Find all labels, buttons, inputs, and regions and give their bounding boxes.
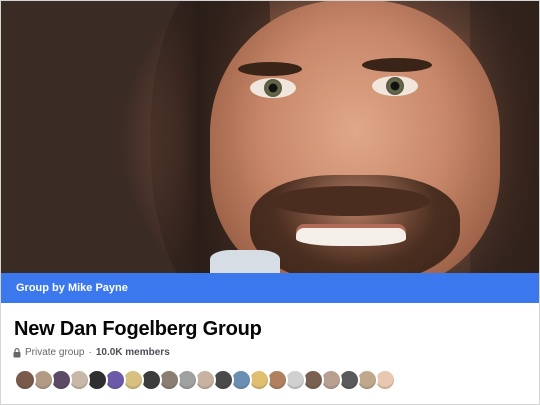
meta-separator: · [88,347,92,358]
group-meta: Private group · 10.0K members [13,347,170,358]
lock-icon [13,347,21,357]
member-avatar-list[interactable] [14,369,396,391]
cover-brow-right [362,58,432,72]
group-owner-banner[interactable]: Group by Mike Payne [0,273,540,303]
group-owner-text[interactable]: Group by Mike Payne [16,282,128,294]
cover-mustache [270,186,430,216]
member-avatar[interactable] [14,369,36,391]
cover-brow-left [238,62,302,76]
cover-shirt [210,250,280,273]
cover-smile [296,228,406,246]
group-title[interactable]: New Dan Fogelberg Group [14,318,262,341]
cover-eye-right [372,76,418,96]
group-privacy[interactable]: Private group [25,347,84,358]
group-member-count[interactable]: 10.0K members [96,347,170,358]
cover-photo [0,0,540,273]
cover-eye-left [250,78,296,98]
